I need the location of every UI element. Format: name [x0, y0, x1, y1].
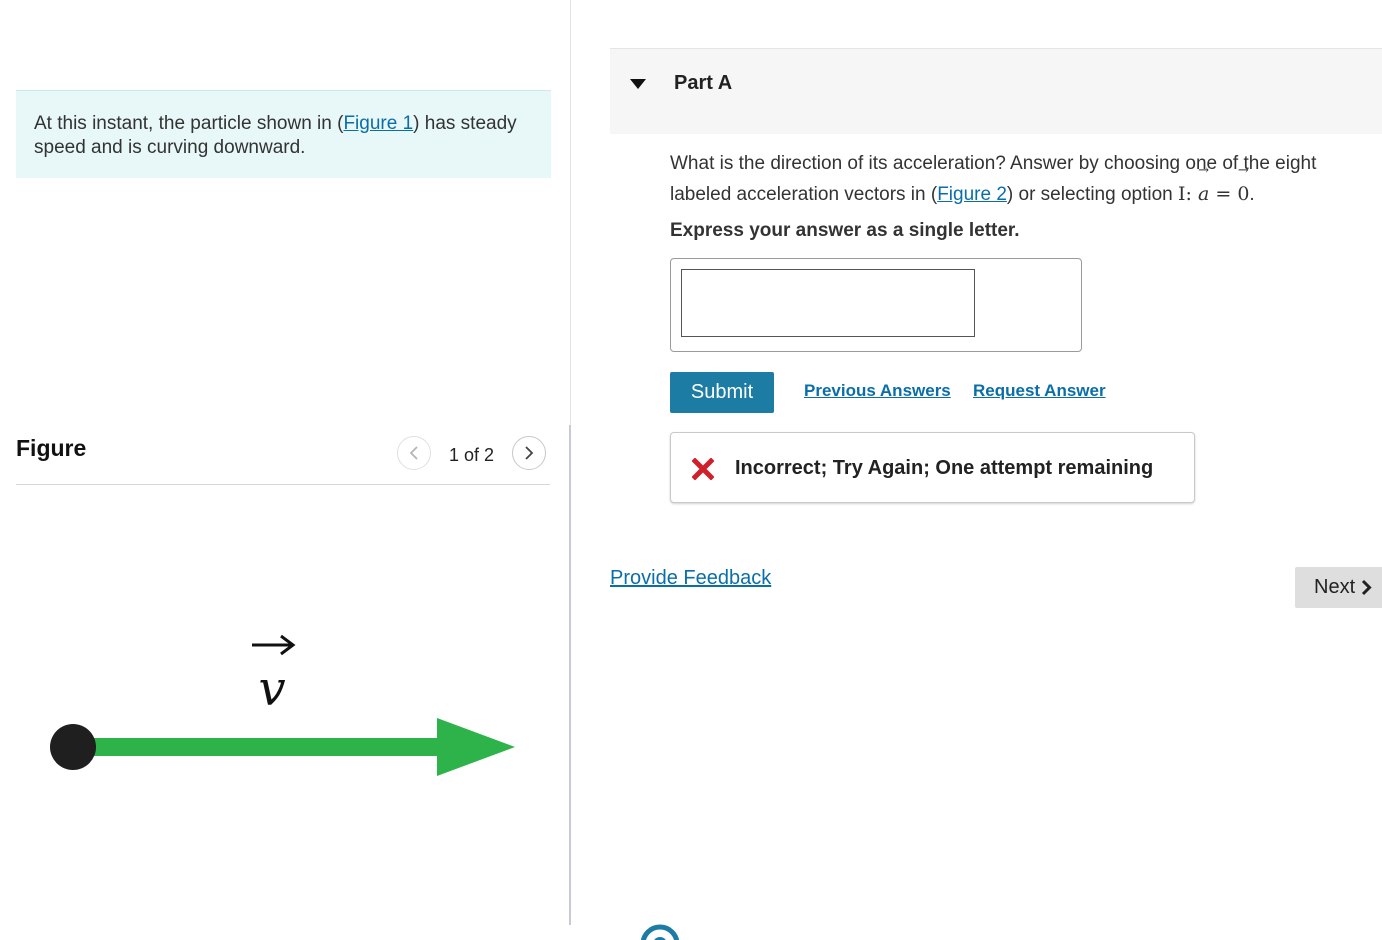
caret-down-icon[interactable]: [630, 79, 646, 89]
particle-dot: [50, 724, 96, 770]
vector-zero: 0: [1237, 179, 1249, 210]
chevron-left-icon: [409, 446, 418, 460]
part-a-header[interactable]: Part A: [610, 48, 1382, 134]
figure-2-link[interactable]: Figure 2: [937, 184, 1007, 205]
figure-title: Figure: [16, 435, 87, 461]
part-title: Part A: [674, 72, 733, 94]
velocity-symbol: v: [258, 661, 285, 717]
velocity-arrow-shaft: [90, 738, 440, 756]
answer-input[interactable]: [681, 269, 975, 337]
feedback-message: Incorrect; Try Again; One attempt remain…: [735, 457, 1154, 479]
request-answer-link[interactable]: Request Answer: [973, 381, 1106, 401]
previous-answers-link[interactable]: Previous Answers: [804, 381, 951, 401]
figure-counter: 1 of 2: [449, 445, 495, 465]
vector-a: a: [1198, 179, 1209, 210]
next-label: Next: [1314, 576, 1356, 598]
velocity-label: v: [252, 634, 296, 717]
figure-prev-button[interactable]: [397, 436, 431, 470]
figure-divider: [16, 484, 550, 485]
column-divider-top: [570, 0, 571, 425]
chevron-right-icon: [525, 446, 534, 460]
x-mark-icon: [692, 458, 714, 480]
column-divider-bottom: [569, 425, 571, 925]
feedback-panel: Incorrect; Try Again; One attempt remain…: [670, 432, 1195, 503]
figure-image: v: [50, 634, 515, 776]
option-letter: I: [1178, 183, 1186, 205]
answer-container: [670, 258, 1082, 352]
logo-icon: [640, 924, 680, 940]
option-i-math: I: a = 0: [1178, 183, 1249, 205]
intro-before: At this instant, the particle shown in (: [34, 113, 344, 134]
left-panel: At this instant, the particle shown in (…: [0, 0, 570, 940]
submit-button[interactable]: Submit: [670, 372, 774, 413]
question-text: What is the direction of its acceleratio…: [670, 148, 1360, 210]
figure-1-link[interactable]: Figure 1: [343, 113, 413, 134]
intro-text: At this instant, the particle shown in (…: [16, 90, 551, 178]
chevron-right-icon: [1362, 579, 1372, 596]
answer-instruction: Express your answer as a single letter.: [670, 220, 1020, 241]
question-after: ) or selecting option: [1006, 184, 1178, 205]
next-button[interactable]: Next: [1295, 567, 1382, 608]
provide-feedback-link[interactable]: Provide Feedback: [610, 567, 771, 590]
math-equals: =: [1215, 183, 1232, 205]
velocity-arrow-head: [437, 718, 515, 776]
figure-next-button[interactable]: [512, 436, 546, 470]
